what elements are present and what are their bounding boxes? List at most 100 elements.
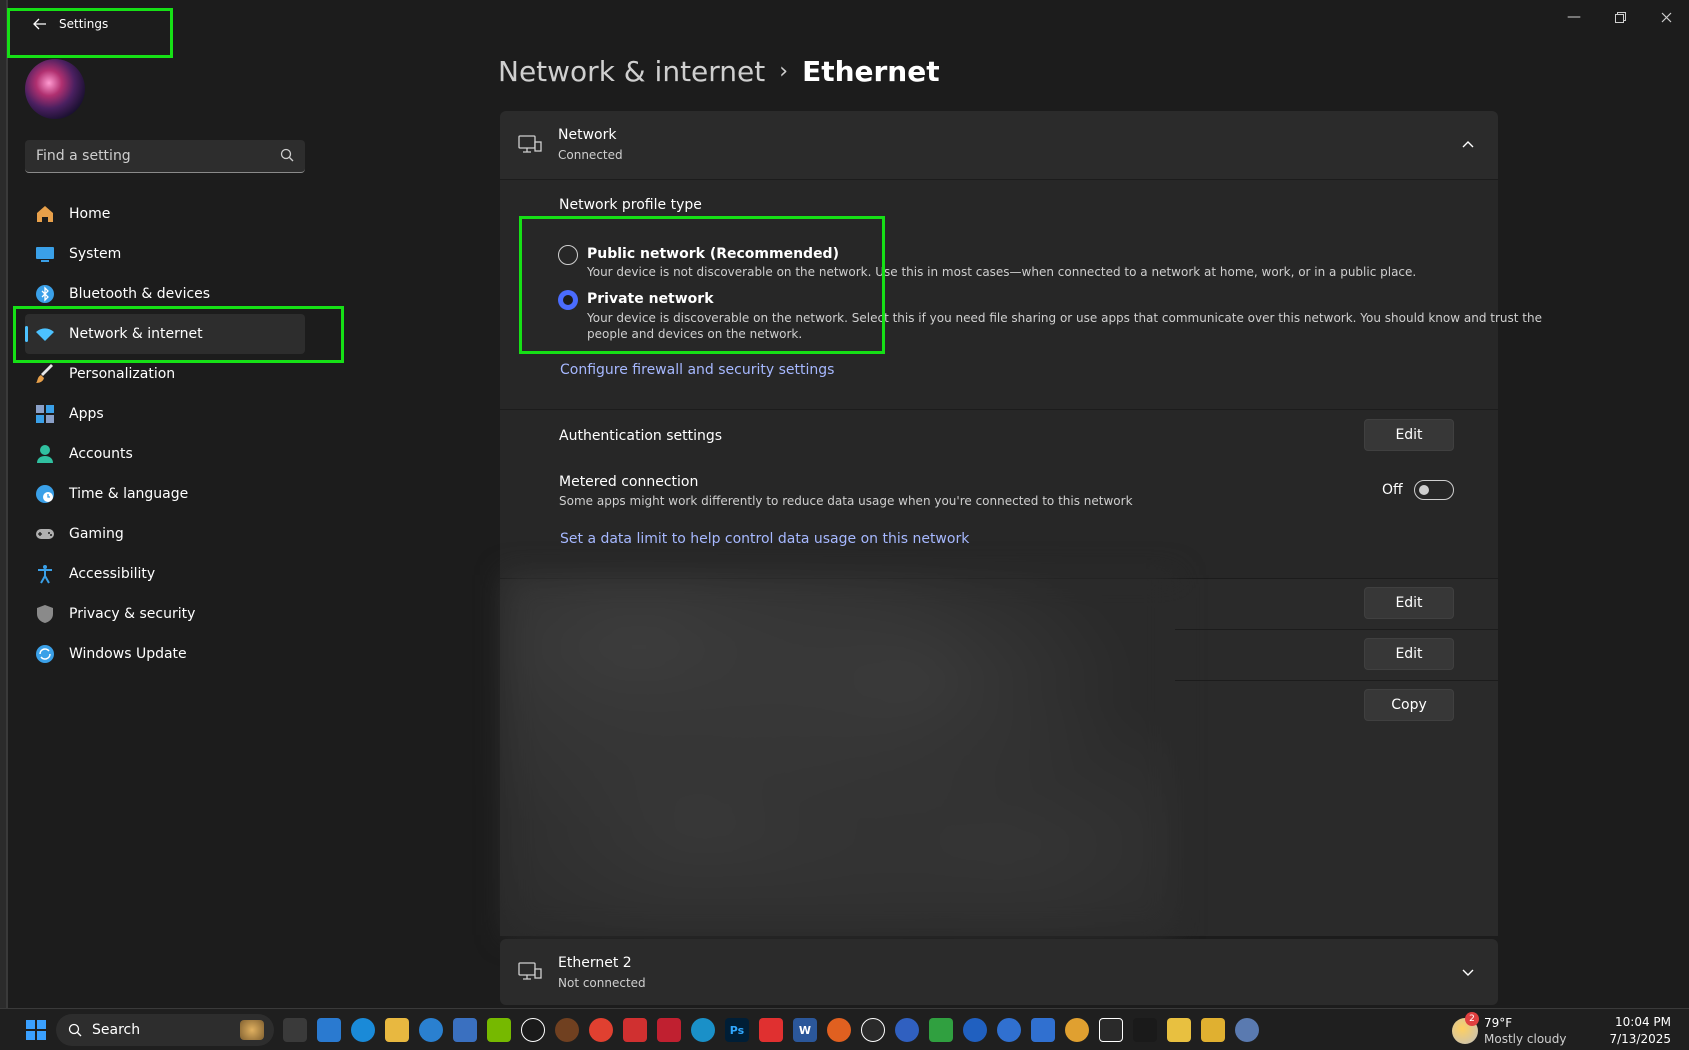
app-icon[interactable] (759, 1018, 783, 1042)
sidebar-item-network[interactable]: Network & internet (25, 314, 305, 354)
app-icon[interactable] (1031, 1018, 1055, 1042)
sidebar-item-label: Windows Update (69, 646, 187, 662)
public-network-label[interactable]: Public network (Recommended) (587, 246, 839, 262)
minimize-button[interactable]: — (1551, 4, 1597, 30)
word-icon[interactable]: W (793, 1018, 817, 1042)
app-icon[interactable] (521, 1018, 545, 1042)
chevron-up-icon[interactable] (1460, 137, 1476, 153)
network-card-header[interactable]: Network Connected (500, 111, 1498, 179)
ethernet2-title: Ethernet 2 (558, 955, 632, 971)
wifi-icon (35, 324, 55, 344)
person-icon (35, 444, 55, 464)
close-icon (1661, 12, 1671, 22)
app-icon[interactable] (1133, 1018, 1157, 1042)
app-icon[interactable] (963, 1018, 987, 1042)
auth-edit-button[interactable]: Edit (1364, 419, 1454, 451)
app-icon[interactable] (895, 1018, 919, 1042)
profile-heading: Network profile type (559, 197, 702, 213)
desktop-icon[interactable] (317, 1018, 341, 1042)
private-network-radio[interactable] (558, 290, 578, 310)
app-icon[interactable] (657, 1018, 681, 1042)
bluetooth-icon (35, 284, 55, 304)
sidebar-item-accessibility[interactable]: Accessibility (25, 554, 305, 594)
weather-temp[interactable]: 79°F (1484, 1016, 1512, 1030)
photoshop-icon[interactable]: Ps (725, 1018, 749, 1042)
home-icon (35, 204, 55, 224)
minimize-icon: — (1567, 9, 1581, 25)
restore-icon (1614, 11, 1626, 23)
edge-icon[interactable] (351, 1018, 375, 1042)
sidebar-item-bluetooth[interactable]: Bluetooth & devices (25, 274, 305, 314)
sidebar-item-system[interactable]: System (25, 234, 305, 274)
windows-start-icon[interactable] (26, 1020, 46, 1040)
clock-time[interactable]: 10:04 PM (1615, 1015, 1671, 1029)
maximize-button[interactable] (1597, 4, 1643, 30)
sidebar-item-windows-update[interactable]: Windows Update (25, 634, 305, 674)
firewall-settings-link[interactable]: Configure firewall and security settings (560, 362, 834, 378)
edit-button-1[interactable]: Edit (1364, 587, 1454, 619)
network-title: Network (558, 127, 617, 143)
edit-button-2[interactable]: Edit (1364, 638, 1454, 670)
breadcrumb-parent[interactable]: Network & internet (498, 55, 765, 88)
system-icon (35, 244, 55, 264)
app-title: Settings (59, 17, 109, 31)
public-network-radio[interactable] (558, 245, 578, 265)
sidebar-item-apps[interactable]: Apps (25, 394, 305, 434)
ethernet2-status: Not connected (558, 976, 646, 990)
divider (1175, 680, 1498, 681)
apps-icon (35, 404, 55, 424)
sidebar-item-accounts[interactable]: Accounts (25, 434, 305, 474)
task-view-icon[interactable] (283, 1018, 307, 1042)
sidebar-item-label: Home (69, 206, 111, 222)
sidebar-item-label: System (69, 246, 122, 262)
sidebar-item-time-language[interactable]: Time & language (25, 474, 305, 514)
taskbar-search[interactable]: Search (56, 1014, 274, 1046)
nvidia-icon[interactable] (487, 1018, 511, 1042)
clock-date[interactable]: 7/13/2025 (1609, 1032, 1671, 1046)
sidebar-nav: Home System Bluetooth & devices Network … (25, 194, 305, 674)
sidebar-item-personalization[interactable]: Personalization (25, 354, 305, 394)
weather-badge: 2 (1465, 1012, 1479, 1026)
sidebar-item-gaming[interactable]: Gaming (25, 514, 305, 554)
app-icon[interactable] (1201, 1018, 1225, 1042)
file-explorer-icon[interactable] (385, 1018, 409, 1042)
sidebar-item-home[interactable]: Home (25, 194, 305, 234)
settings-gear-icon[interactable] (1235, 1018, 1259, 1042)
auth-settings-label: Authentication settings (559, 428, 723, 444)
chrome-icon[interactable] (589, 1018, 613, 1042)
avatar[interactable] (25, 59, 85, 119)
app-icon[interactable] (997, 1018, 1021, 1042)
data-limit-link[interactable]: Set a data limit to help control data us… (560, 531, 969, 547)
private-network-label[interactable]: Private network (587, 291, 714, 307)
app-icon[interactable] (1099, 1018, 1123, 1042)
close-button[interactable] (1643, 4, 1689, 30)
app-icon[interactable] (555, 1018, 579, 1042)
copy-button[interactable]: Copy (1364, 689, 1454, 721)
chevron-down-icon[interactable] (1460, 964, 1476, 980)
metered-label: Metered connection (559, 474, 699, 490)
sidebar-item-label: Time & language (69, 486, 189, 502)
ethernet2-card[interactable]: Ethernet 2 Not connected (500, 939, 1498, 1005)
weather-desc[interactable]: Mostly cloudy (1484, 1032, 1567, 1046)
app-icon[interactable] (453, 1018, 477, 1042)
app-icon[interactable] (1167, 1018, 1191, 1042)
app-icon[interactable] (623, 1018, 647, 1042)
search-highlight-icon (240, 1020, 264, 1040)
app-icon[interactable] (691, 1018, 715, 1042)
search-placeholder: Find a setting (36, 148, 131, 164)
search-input[interactable]: Find a setting (25, 140, 305, 173)
app-icon[interactable] (861, 1018, 885, 1042)
app-icon[interactable] (419, 1018, 443, 1042)
sidebar-item-privacy-security[interactable]: Privacy & security (25, 594, 305, 634)
sidebar-item-label: Privacy & security (69, 606, 196, 622)
metered-toggle[interactable] (1414, 480, 1454, 500)
app-icon[interactable] (929, 1018, 953, 1042)
sidebar-item-label: Personalization (69, 366, 176, 382)
search-icon (68, 1023, 82, 1037)
back-arrow-icon (33, 18, 46, 30)
breadcrumb: Network & internet › Ethernet (498, 55, 940, 88)
app-icon[interactable] (1065, 1018, 1089, 1042)
firefox-icon[interactable] (827, 1018, 851, 1042)
back-button[interactable] (26, 12, 54, 36)
taskbar: Search Ps W (0, 1008, 1689, 1050)
